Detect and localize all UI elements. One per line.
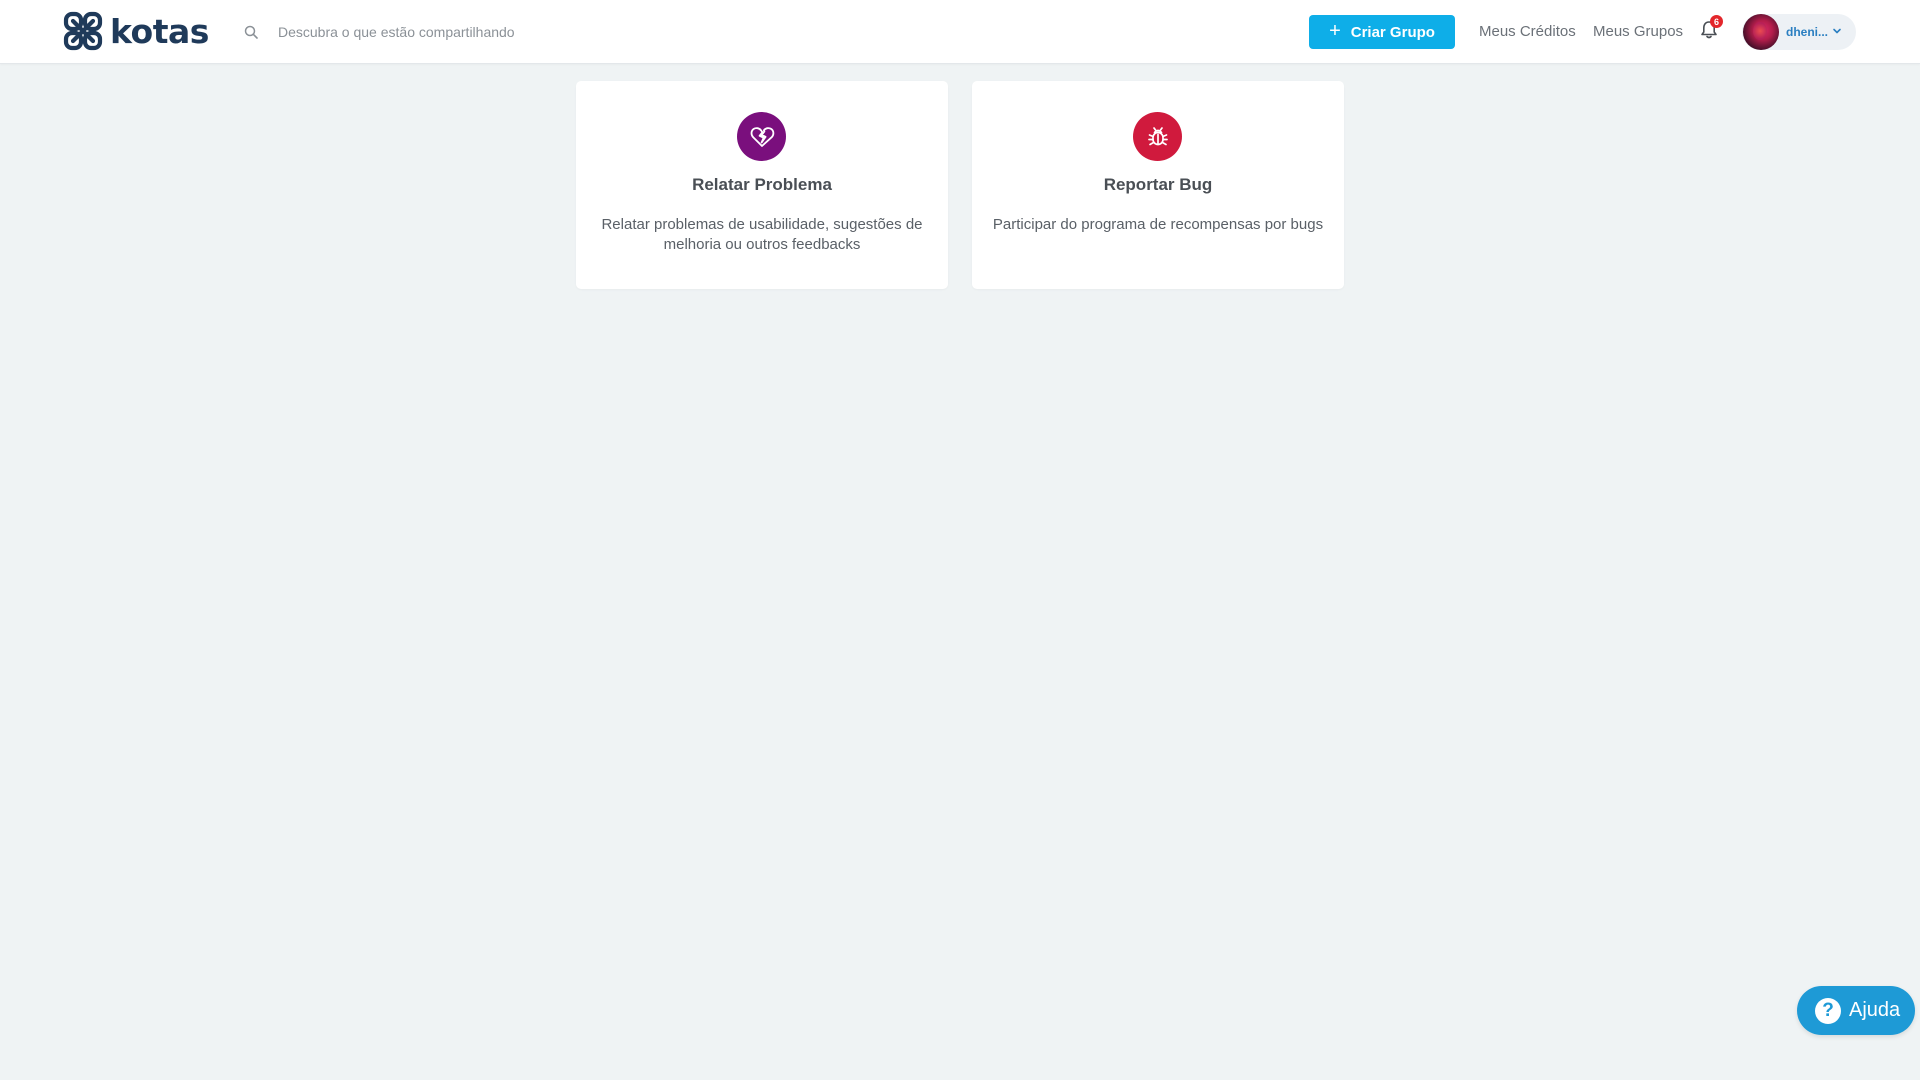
nav-my-credits[interactable]: Meus Créditos bbox=[1479, 23, 1576, 40]
help-button[interactable]: ? Ajuda bbox=[1797, 986, 1915, 1035]
card-description: Relatar problemas de usabilidade, sugest… bbox=[601, 216, 923, 253]
help-label: Ajuda bbox=[1849, 999, 1901, 1021]
logo[interactable]: kotas bbox=[62, 10, 209, 52]
kotas-logo-icon bbox=[63, 11, 103, 51]
card-report-bug[interactable]: Reportar Bug Participar do programa de r… bbox=[972, 81, 1344, 289]
bug-icon bbox=[1133, 112, 1182, 161]
broken-heart-icon bbox=[737, 112, 786, 161]
search-icon bbox=[244, 25, 258, 39]
card-description: Participar do programa de recompensas po… bbox=[992, 216, 1324, 233]
search-bar bbox=[244, 16, 744, 48]
card-title: Relatar Problema bbox=[692, 175, 832, 194]
nav-my-groups[interactable]: Meus Grupos bbox=[1593, 23, 1683, 40]
create-group-button[interactable]: + Criar Grupo bbox=[1309, 15, 1455, 49]
chevron-down-icon[interactable] bbox=[1832, 27, 1842, 35]
card-report-problem[interactable]: Relatar Problema Relatar problemas de us… bbox=[576, 81, 948, 289]
question-icon: ? bbox=[1815, 997, 1841, 1024]
create-group-label: Criar Grupo bbox=[1350, 23, 1435, 41]
notification-count-badge: 6 bbox=[1710, 15, 1723, 28]
top-navbar: kotas + Criar Grupo Meus Créditos Meus G… bbox=[0, 0, 1920, 64]
plus-icon: + bbox=[1329, 20, 1341, 42]
search-input[interactable] bbox=[276, 23, 700, 41]
logo-text: kotas bbox=[110, 11, 209, 51]
card-title: Reportar Bug bbox=[1103, 175, 1213, 194]
avatar[interactable] bbox=[1743, 14, 1779, 50]
username[interactable]: dheni... bbox=[1786, 25, 1828, 39]
